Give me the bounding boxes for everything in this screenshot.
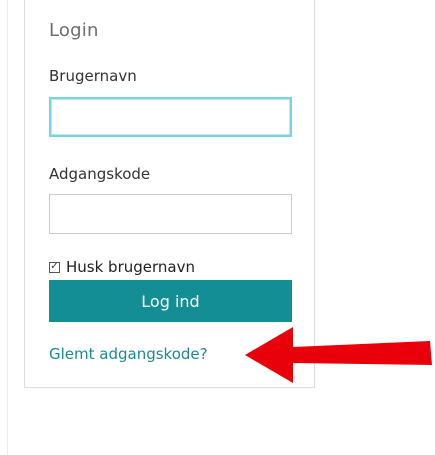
arrow-left-icon (245, 327, 432, 383)
remember-username-row[interactable]: ✓ Husk brugernavn (49, 258, 195, 276)
login-title: Login (49, 20, 99, 41)
password-input[interactable] (49, 194, 292, 234)
remember-label: Husk brugernavn (66, 258, 195, 276)
username-input[interactable] (49, 97, 292, 137)
password-label: Adgangskode (49, 165, 151, 183)
remember-checkbox[interactable]: ✓ (49, 261, 60, 273)
page-divider (7, 0, 8, 455)
login-button[interactable]: Log ind (49, 280, 292, 322)
username-label: Brugernavn (49, 67, 137, 85)
forgot-password-link[interactable]: Glemt adgangskode? (49, 345, 208, 363)
